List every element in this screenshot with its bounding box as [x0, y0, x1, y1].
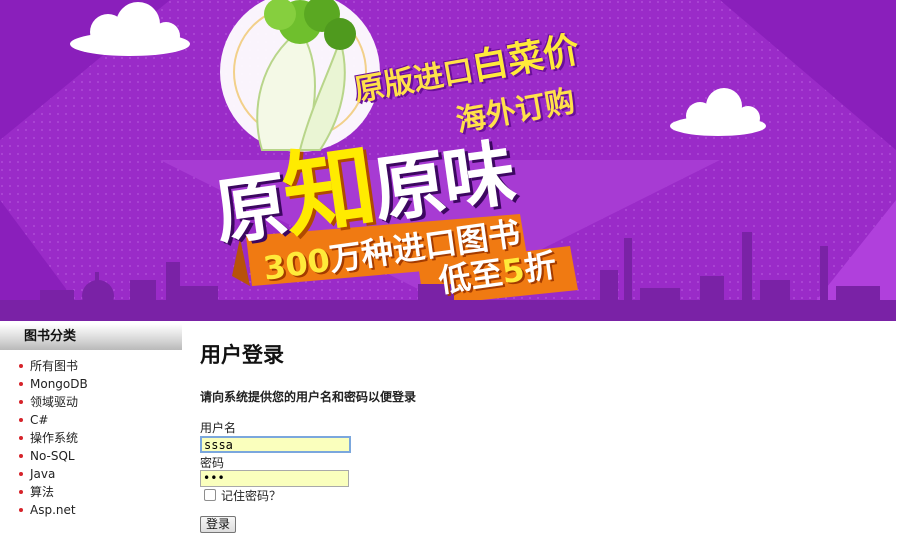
discount-prefix: 低至: [436, 253, 505, 301]
promo-banner[interactable]: 原版进口白菜价 海外订购 原知原味 300万种进口图书 低至5折: [0, 0, 896, 321]
category-item-mongodb[interactable]: MongoDB: [0, 375, 182, 393]
category-item-all-books[interactable]: 所有图书: [0, 357, 182, 375]
remember-password-checkbox[interactable]: [204, 489, 216, 501]
password-label: 密码: [200, 456, 225, 470]
login-button[interactable]: 登录: [200, 516, 236, 533]
category-item-java[interactable]: Java: [0, 465, 182, 483]
username-label: 用户名: [200, 421, 237, 435]
category-item-nosql[interactable]: No-SQL: [0, 447, 182, 465]
login-form: 用户登录 请向系统提供您的用户名和密码以便登录 用户名 sssa 密码 ••• …: [200, 340, 416, 533]
username-field[interactable]: sssa: [200, 436, 351, 453]
category-item-domain-driven[interactable]: 领域驱动: [0, 393, 182, 411]
book-count-number: 300: [260, 240, 333, 288]
category-item-aspnet[interactable]: Asp.net: [0, 501, 182, 519]
sidebar-title: 图书分类: [0, 324, 182, 350]
remember-password-label[interactable]: 记住密码？: [221, 487, 281, 504]
login-heading: 用户登录: [200, 343, 284, 367]
category-list: 所有图书 MongoDB 领域驱动 C# 操作系统 No-SQL Java 算法…: [0, 357, 182, 519]
discount-suffix: 折: [521, 245, 559, 289]
category-item-csharp[interactable]: C#: [0, 411, 182, 429]
category-item-operating-systems[interactable]: 操作系统: [0, 429, 182, 447]
category-sidebar: 图书分类 所有图书 MongoDB 领域驱动 C# 操作系统 No-SQL Ja…: [0, 324, 182, 519]
login-hint: 请向系统提供您的用户名和密码以便登录: [200, 390, 417, 404]
password-field[interactable]: •••: [200, 470, 349, 487]
category-item-algorithms[interactable]: 算法: [0, 483, 182, 501]
